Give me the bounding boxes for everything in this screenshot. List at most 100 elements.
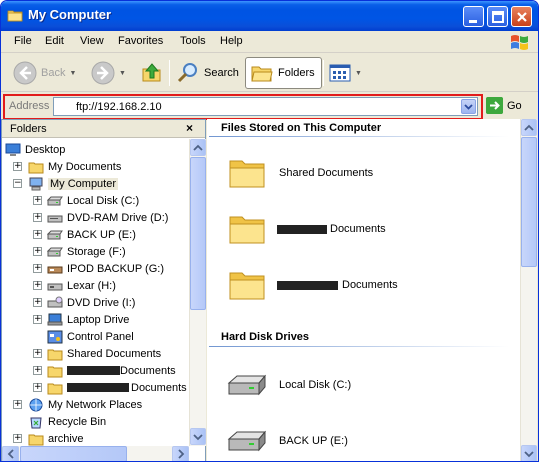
desktop-icon (5, 143, 21, 156)
go-button[interactable]: Go (486, 97, 522, 114)
tree-item-user-documents-2[interactable]: Documents (47, 379, 187, 396)
expand-icon[interactable]: + (33, 349, 42, 358)
up-folder-icon (142, 63, 161, 82)
expand-icon[interactable]: + (33, 315, 42, 324)
tree-label: Laptop Drive (67, 313, 130, 326)
address-value[interactable]: ftp://192.168.2.10 (76, 101, 162, 113)
drive-item-local-disk-c[interactable]: Local Disk (C:) (227, 367, 351, 403)
file-item-user-documents-1[interactable]: Documents (227, 211, 386, 247)
menu-tools[interactable]: Tools (180, 35, 206, 47)
tree-item-control-panel[interactable]: Control Panel (47, 328, 134, 345)
expand-icon[interactable]: + (33, 281, 42, 290)
file-item-user-documents-2[interactable]: Documents (227, 267, 398, 303)
tree-item-dvd-drive-i[interactable]: DVD Drive (I:) (47, 294, 135, 311)
folders-button[interactable]: Folders (245, 57, 322, 89)
group-header-hard-disk-drives: Hard Disk Drives (221, 331, 310, 343)
tree-item-archive[interactable]: archive (28, 430, 83, 447)
tree-item-ipod-backup-g[interactable]: IPOD BACKUP (G:) (47, 260, 164, 277)
folders-pane-title: Folders (10, 123, 47, 135)
expand-icon[interactable]: + (13, 434, 22, 443)
drive-item-back-up-e[interactable]: BACK UP (E:) (227, 423, 348, 459)
tree-item-local-disk-c[interactable]: Local Disk (C:) (47, 192, 139, 209)
folder-icon (229, 272, 265, 300)
tree-item-desktop[interactable]: Desktop (5, 141, 65, 158)
tree-item-recycle-bin[interactable]: Recycle Bin (28, 413, 106, 430)
scroll-down-icon[interactable] (190, 428, 206, 445)
tree-item-my-documents[interactable]: My Documents (28, 158, 121, 175)
tree-item-dvd-ram-drive-d[interactable]: DVD-RAM Drive (D:) (47, 209, 168, 226)
tree-item-shared-documents[interactable]: Shared Documents (47, 345, 161, 362)
expand-icon[interactable]: + (33, 230, 42, 239)
expand-icon[interactable]: + (33, 298, 42, 307)
group-divider (209, 136, 509, 137)
expand-icon[interactable]: + (33, 264, 42, 273)
forward-dropdown-icon[interactable]: ▼ (119, 70, 126, 77)
close-button[interactable] (511, 6, 532, 27)
title-bar[interactable]: My Computer (1, 1, 538, 31)
control-panel-icon (47, 330, 63, 343)
drive-label: BACK UP (E:) (279, 435, 348, 447)
tree-label: My Computer (48, 177, 119, 190)
scroll-down-icon[interactable] (521, 445, 537, 461)
content-pane: Files Stored on This Computer Shared Doc… (207, 119, 520, 461)
expand-icon[interactable]: + (33, 196, 42, 205)
tree-item-back-up-e[interactable]: BACK UP (E:) (47, 226, 136, 243)
folder-icon (229, 160, 265, 188)
hard-drive-icon (227, 374, 267, 396)
hard-drive-icon (47, 247, 63, 256)
folders-label: Folders (278, 67, 315, 79)
menu-file[interactable]: File (14, 35, 32, 47)
menu-favorites[interactable]: Favorites (118, 35, 163, 47)
scroll-left-icon[interactable] (2, 446, 19, 461)
maximize-button[interactable] (487, 6, 508, 27)
file-item-shared-documents[interactable]: Shared Documents (227, 155, 373, 191)
back-button[interactable]: Back ▼ (13, 57, 76, 89)
hard-drive-icon (227, 430, 267, 452)
scrollbar-thumb[interactable] (20, 446, 127, 461)
group-header-files: Files Stored on This Computer (221, 122, 382, 134)
tree-item-lexar-h[interactable]: Lexar (H:) (47, 277, 116, 294)
tree-horizontal-scrollbar[interactable] (2, 446, 189, 461)
menu-view[interactable]: View (80, 35, 104, 47)
expand-icon[interactable]: + (13, 400, 22, 409)
search-icon (177, 63, 197, 83)
tree-label: Desktop (25, 143, 66, 156)
expand-icon[interactable]: + (33, 366, 42, 375)
search-button[interactable]: Search (176, 57, 239, 89)
forward-button[interactable]: ▼ (91, 57, 126, 89)
expand-icon[interactable]: + (33, 213, 42, 222)
tree-item-my-network-places[interactable]: My Network Places (28, 396, 142, 413)
views-icon (329, 64, 351, 82)
menu-edit[interactable]: Edit (45, 35, 64, 47)
tree-item-my-computer[interactable]: My Computer (28, 175, 119, 192)
menu-help[interactable]: Help (220, 35, 243, 47)
address-input[interactable]: ftp://192.168.2.10 (53, 97, 478, 116)
tree-vertical-scrollbar[interactable] (189, 139, 206, 446)
scrollbar-thumb[interactable] (190, 157, 206, 310)
up-folder-button[interactable] (141, 57, 163, 89)
back-dropdown-icon[interactable]: ▼ (69, 70, 76, 77)
tree-item-user-documents-1[interactable]: Documents (47, 362, 176, 379)
tree-item-storage-f[interactable]: Storage (F:) (47, 243, 126, 260)
scroll-up-icon[interactable] (521, 119, 537, 136)
expand-icon[interactable]: + (13, 162, 22, 171)
network-drive-icon (47, 313, 63, 325)
tree-item-laptop-drive[interactable]: Laptop Drive (47, 311, 129, 328)
toolbar-separator (323, 60, 324, 86)
scroll-right-icon[interactable] (172, 446, 189, 461)
minimize-button[interactable] (463, 6, 484, 27)
address-dropdown-button[interactable] (461, 99, 476, 114)
content-vertical-scrollbar[interactable] (520, 119, 537, 461)
expand-icon[interactable]: + (33, 383, 42, 392)
tree-label: BACK UP (E:) (67, 228, 136, 241)
expand-icon[interactable]: + (33, 247, 42, 256)
file-label: Documents (342, 279, 398, 291)
explorer-window: My Computer File Edit View Favorites Too… (0, 0, 539, 462)
folders-pane-close-icon[interactable]: × (186, 121, 193, 135)
views-button[interactable]: ▼ (329, 57, 362, 89)
collapse-icon[interactable]: − (13, 179, 22, 188)
scrollbar-thumb[interactable] (521, 137, 537, 267)
recycle-bin-icon (30, 417, 42, 428)
views-dropdown-icon[interactable]: ▼ (355, 70, 362, 77)
scroll-up-icon[interactable] (190, 139, 206, 156)
